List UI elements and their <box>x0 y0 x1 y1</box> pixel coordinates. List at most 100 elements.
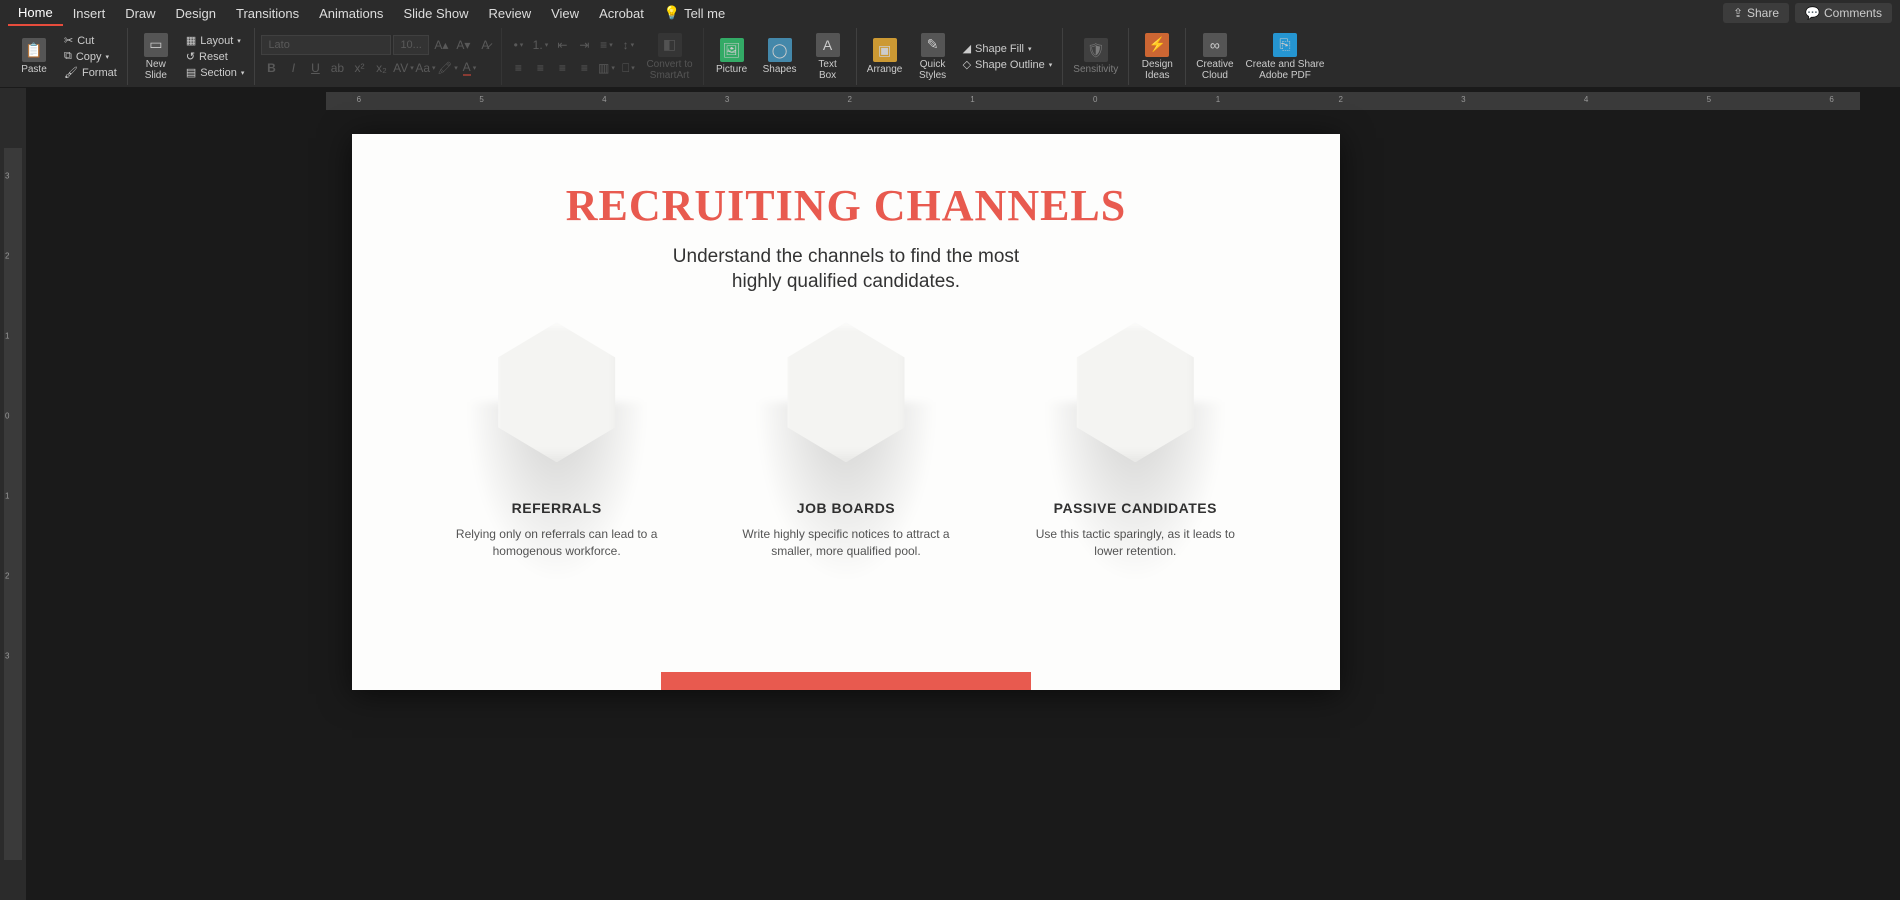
spacing-button[interactable]: AV <box>393 58 413 78</box>
superscript-button[interactable]: x² <box>349 58 369 78</box>
tab-home[interactable]: Home <box>8 0 63 26</box>
shape-fill-button[interactable]: ◢Shape Fill▾ <box>959 41 1057 56</box>
pdf-label: Create and Share Adobe PDF <box>1246 59 1325 81</box>
ruler-h-num: 4 <box>1584 95 1588 104</box>
ruler-v-num: 1 <box>5 332 9 341</box>
chevron-down-icon: ▾ <box>1028 45 1032 53</box>
columns-button[interactable]: ▥ <box>596 58 616 78</box>
adobe-pdf-button[interactable]: ⎘Create and Share Adobe PDF <box>1242 31 1329 83</box>
textbox-label: Text Box <box>818 59 836 81</box>
align-right-button[interactable]: ≡ <box>552 58 572 78</box>
reset-button[interactable]: ↺Reset <box>182 49 249 64</box>
smartart-button[interactable]: ◧ Convert to SmartArt <box>642 31 696 83</box>
group-adobe: ∞Creative Cloud ⎘Create and Share Adobe … <box>1186 28 1334 85</box>
strike-button[interactable]: ab <box>327 58 347 78</box>
comment-icon: 💬 <box>1805 6 1820 20</box>
ruler-h-num: 3 <box>1461 95 1465 104</box>
shape-outline-button[interactable]: ◇Shape Outline▾ <box>959 57 1057 72</box>
creative-cloud-button[interactable]: ∞Creative Cloud <box>1192 31 1237 83</box>
tab-animations[interactable]: Animations <box>309 0 393 26</box>
ruler-h-num: 6 <box>1829 95 1833 104</box>
picture-label: Picture <box>716 64 747 75</box>
align-text-button[interactable]: ⎕ <box>618 58 638 78</box>
card-jobboards[interactable]: JOB BOARDS Write highly specific notices… <box>721 322 971 558</box>
bold-button[interactable]: B <box>261 58 281 78</box>
arrange-icon: ▣ <box>873 38 897 62</box>
paste-button[interactable]: 📋 Paste <box>12 36 56 77</box>
subscript-button[interactable]: x₂ <box>371 58 391 78</box>
italic-button[interactable]: I <box>283 58 303 78</box>
tab-insert[interactable]: Insert <box>63 0 116 26</box>
slide-subtitle[interactable]: Understand the channels to find the most… <box>352 245 1340 294</box>
tab-slideshow[interactable]: Slide Show <box>393 0 478 26</box>
cut-button[interactable]: ✂Cut <box>60 33 121 48</box>
group-arrange: ▣Arrange ✎Quick Styles ◢Shape Fill▾ ◇Sha… <box>857 28 1064 85</box>
clear-format-button[interactable]: A̷ <box>475 35 495 55</box>
picture-button[interactable]: 🖼 Picture <box>710 36 754 77</box>
slide-title[interactable]: RECRUITING CHANNELS <box>352 180 1340 231</box>
quickstyles-icon: ✎ <box>921 33 945 57</box>
ruler-v-num: 3 <box>5 172 9 181</box>
sensitivity-label: Sensitivity <box>1073 64 1118 75</box>
quick-styles-button[interactable]: ✎Quick Styles <box>911 31 955 83</box>
shapes-icon: ◯ <box>768 38 792 62</box>
slide-canvas[interactable]: 6 5 4 3 2 1 0 1 2 3 4 5 6 RECRUITING CHA… <box>26 88 1900 900</box>
justify-button[interactable]: ≡ <box>574 58 594 78</box>
paste-icon: 📋 <box>22 38 46 62</box>
tab-review[interactable]: Review <box>478 0 541 26</box>
card-referrals[interactable]: REFERRALS Relying only on referrals can … <box>432 322 682 558</box>
share-button[interactable]: ⇪Share <box>1723 3 1789 23</box>
design-ideas-button[interactable]: ⚡Design Ideas <box>1135 31 1179 83</box>
align-left-button[interactable]: ≡ <box>508 58 528 78</box>
layout-icon: ▦ <box>186 34 196 47</box>
group-slides: ▭ New Slide ▦Layout▾ ↺Reset ▤Section▾ <box>128 28 256 85</box>
accent-bar <box>661 672 1031 690</box>
bullets-button[interactable]: • <box>508 35 528 55</box>
tell-me-label: Tell me <box>684 6 725 21</box>
picture-icon: 🖼 <box>720 38 744 62</box>
copy-icon: ⧉ <box>64 50 72 63</box>
layout-label: Layout <box>200 35 233 47</box>
ruler-v-num: 2 <box>5 252 9 261</box>
arrange-button[interactable]: ▣Arrange <box>863 36 907 77</box>
indent-button[interactable]: ⇥ <box>574 35 594 55</box>
numbering-button[interactable]: 1. <box>530 35 550 55</box>
textbox-button[interactable]: AText Box <box>806 31 850 83</box>
shrink-font-button[interactable]: A▾ <box>453 35 473 55</box>
format-painter-button[interactable]: 🖌Format <box>60 65 121 80</box>
tab-transitions[interactable]: Transitions <box>226 0 309 26</box>
tell-me[interactable]: 💡Tell me <box>654 0 735 26</box>
section-button[interactable]: ▤Section▾ <box>182 65 249 80</box>
format-label: Format <box>82 67 117 79</box>
group-paragraph: • 1. ⇤ ⇥ ≡ ↕ ≡ ≡ ≡ ≡ ▥ ⎕ ◧ Convert to Sm… <box>502 28 703 85</box>
shapes-button[interactable]: ◯Shapes <box>758 36 802 77</box>
copy-button[interactable]: ⧉Copy▾ <box>60 49 121 64</box>
ruler-v-num: 0 <box>5 412 9 421</box>
card-passive[interactable]: PASSIVE CANDIDATES Use this tactic spari… <box>1010 322 1260 558</box>
tab-view[interactable]: View <box>541 0 589 26</box>
ruler-v-num: 1 <box>5 492 9 501</box>
new-slide-button[interactable]: ▭ New Slide <box>134 31 178 83</box>
tab-draw[interactable]: Draw <box>115 0 165 26</box>
work-area: 3 2 1 0 1 2 3 6 5 4 3 2 1 0 1 2 3 4 5 6 … <box>0 88 1900 900</box>
pdf-icon: ⎘ <box>1273 33 1297 57</box>
font-size-combo[interactable] <box>393 35 429 55</box>
slide[interactable]: RECRUITING CHANNELS Understand the chann… <box>352 134 1340 690</box>
outdent-button[interactable]: ⇤ <box>552 35 572 55</box>
ruler-horizontal: 6 5 4 3 2 1 0 1 2 3 4 5 6 <box>326 92 1860 110</box>
comments-button[interactable]: 💬Comments <box>1795 3 1892 23</box>
change-case-button[interactable]: Aa <box>415 58 435 78</box>
underline-button[interactable]: U <box>305 58 325 78</box>
highlight-button[interactable]: 🖍 <box>437 58 457 78</box>
sensitivity-button[interactable]: 🛡Sensitivity <box>1069 36 1122 77</box>
shapefill-label: Shape Fill <box>975 43 1024 55</box>
align-center-button[interactable]: ≡ <box>530 58 550 78</box>
font-color-button[interactable]: A <box>459 58 479 78</box>
tab-acrobat[interactable]: Acrobat <box>589 0 654 26</box>
font-name-combo[interactable] <box>261 35 391 55</box>
line-spacing-button[interactable]: ≡ <box>596 35 616 55</box>
tab-design[interactable]: Design <box>166 0 226 26</box>
grow-font-button[interactable]: A▴ <box>431 35 451 55</box>
layout-button[interactable]: ▦Layout▾ <box>182 33 249 48</box>
text-direction-button[interactable]: ↕ <box>618 35 638 55</box>
